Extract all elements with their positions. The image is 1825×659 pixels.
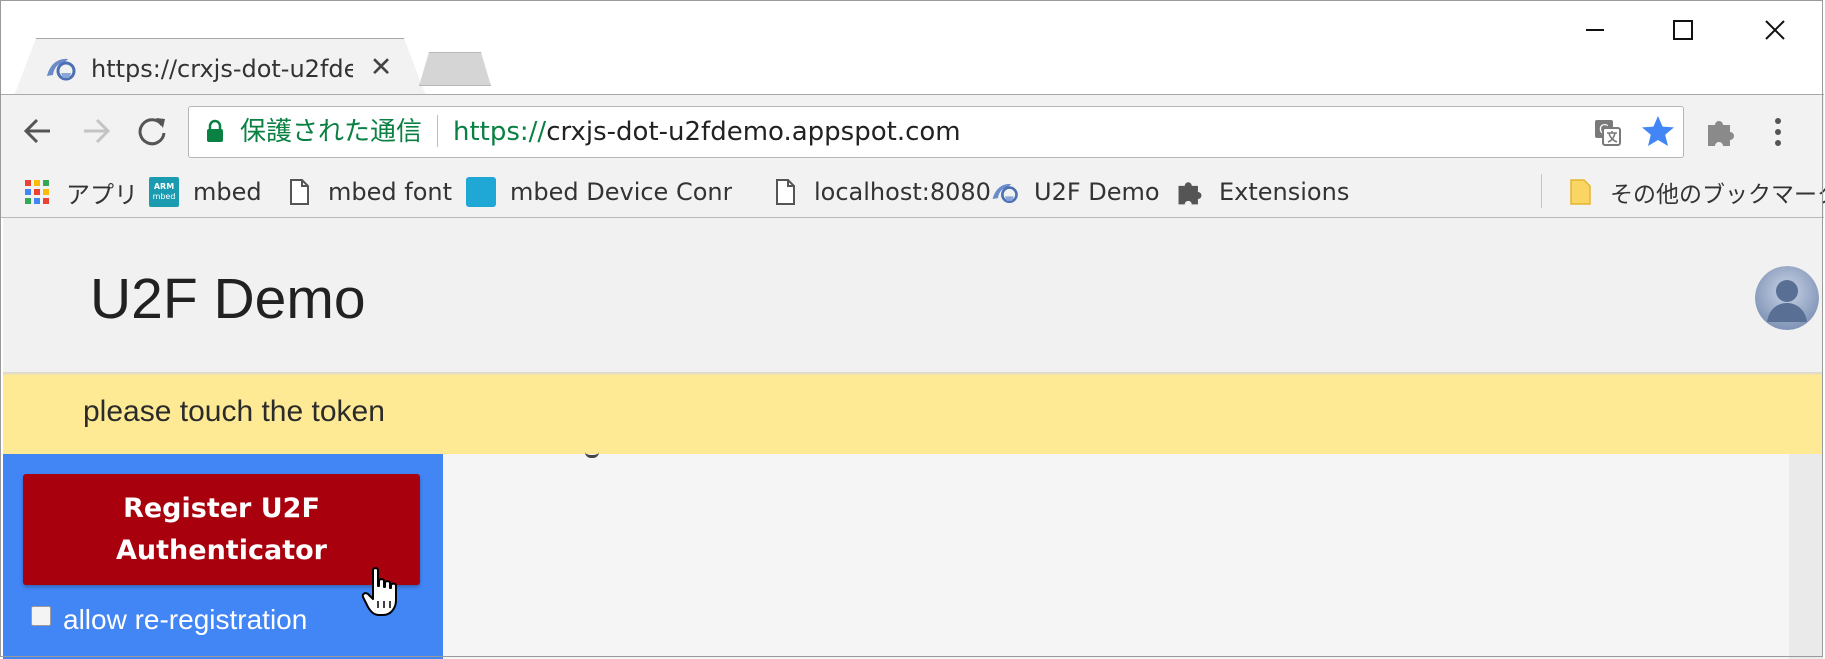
window-frame — [0, 0, 1823, 657]
